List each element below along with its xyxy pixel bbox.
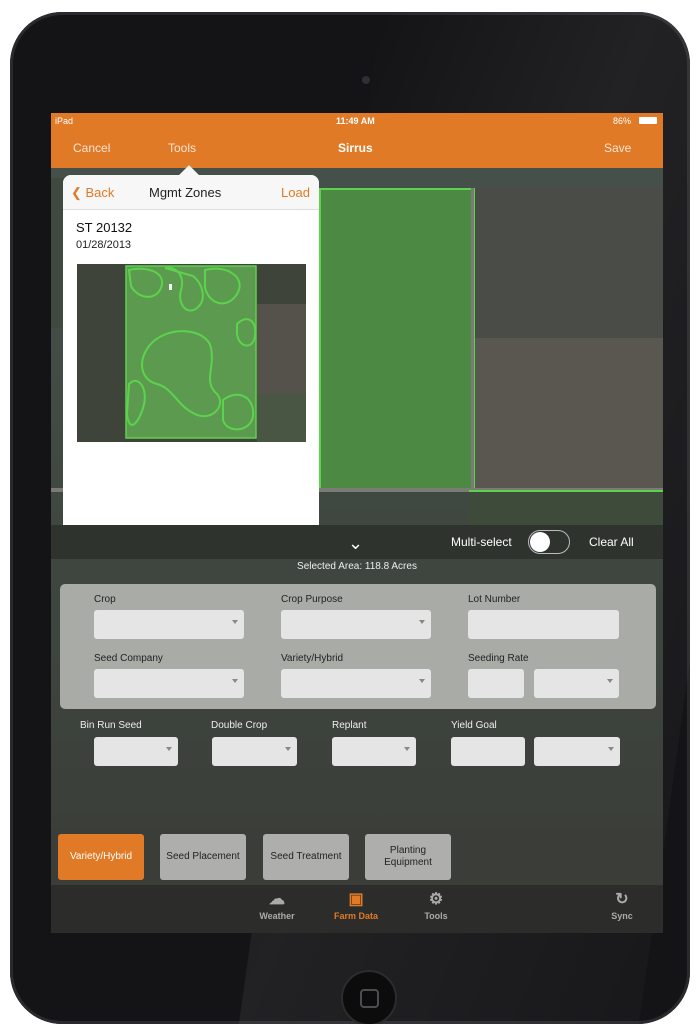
back-button[interactable]: ❮ Back: [71, 185, 114, 201]
map-field: [471, 188, 663, 338]
farm-data-icon: ▣: [348, 891, 364, 908]
map-road: [471, 188, 474, 518]
page-title: Sirrus: [338, 141, 373, 155]
lot-number-field[interactable]: [468, 610, 619, 639]
tab-seed-placement[interactable]: Seed Placement: [160, 834, 246, 880]
zone-map-thumbnail[interactable]: [77, 264, 306, 442]
popover-header: ❮ Back Mgmt Zones Load: [63, 175, 319, 210]
multi-select-label: Multi-select: [451, 535, 512, 549]
chevron-down-icon[interactable]: ⌄: [348, 533, 363, 554]
clear-all-button[interactable]: Clear All: [589, 535, 634, 549]
save-button[interactable]: Save: [604, 141, 631, 155]
home-button[interactable]: [341, 970, 397, 1024]
crop-purpose-select[interactable]: [281, 610, 431, 639]
yield-goal-label: Yield Goal: [451, 720, 497, 731]
multi-select-toggle[interactable]: [528, 530, 570, 554]
chevron-down-icon: [232, 620, 238, 624]
battery-percent: 86%: [613, 116, 632, 126]
double-crop-label: Double Crop: [211, 720, 268, 731]
seed-company-select[interactable]: [94, 669, 244, 698]
crop-label: Crop: [94, 594, 116, 605]
chevron-down-icon: [285, 747, 291, 751]
tabbar-tools[interactable]: ⚙ Tools: [406, 889, 466, 921]
double-crop-select[interactable]: [212, 737, 297, 766]
sync-icon: ↻: [615, 891, 629, 908]
tools-button[interactable]: Tools: [168, 141, 196, 155]
tab-seed-treatment[interactable]: Seed Treatment: [263, 834, 349, 880]
variety-hybrid-select[interactable]: [281, 669, 431, 698]
weather-icon: ☁: [269, 891, 285, 908]
chevron-left-icon: ❮: [71, 185, 86, 200]
bin-run-seed-select[interactable]: [94, 737, 178, 766]
mgmt-zones-popover: ❮ Back Mgmt Zones Load ST 20132 01/28/20…: [63, 175, 319, 557]
variety-hybrid-label: Variety/Hybrid: [281, 653, 344, 664]
seeding-rate-label: Seeding Rate: [468, 653, 529, 664]
load-button[interactable]: Load: [281, 185, 310, 200]
chevron-down-icon: [608, 747, 614, 751]
replant-label: Replant: [332, 720, 367, 731]
status-bar: iPad 11:49 AM 86%: [51, 113, 663, 129]
tabbar-sync[interactable]: ↻ Sync: [592, 889, 652, 921]
tabbar-farm-data[interactable]: ▣ Farm Data: [326, 889, 386, 921]
toggle-knob: [530, 532, 550, 552]
replant-select[interactable]: [332, 737, 416, 766]
status-time: 11:49 AM: [336, 116, 375, 126]
selected-area-text: Selected Area: 118.8 Acres: [297, 561, 417, 572]
cancel-button[interactable]: Cancel: [73, 141, 110, 155]
tabbar-weather[interactable]: ☁ Weather: [247, 889, 307, 921]
yield-goal-unit-select[interactable]: [534, 737, 620, 766]
chevron-down-icon: [166, 747, 172, 751]
map-field: [469, 490, 663, 528]
gear-icon: ⚙: [428, 891, 444, 908]
popover-title: Mgmt Zones: [149, 185, 222, 200]
chevron-down-icon: [419, 679, 425, 683]
field-name: ST 20132: [76, 220, 133, 235]
chevron-down-icon: [404, 747, 410, 751]
seed-form-panel: Crop Crop Purpose Lot Number Seed Compan…: [60, 584, 656, 709]
selection-toolbar: ⌄ Multi-select Clear All: [51, 525, 663, 559]
bin-run-seed-label: Bin Run Seed: [80, 720, 142, 731]
carrier-label: iPad: [55, 116, 74, 126]
field-date: 01/28/2013: [76, 239, 132, 251]
yield-goal-field[interactable]: [451, 737, 525, 766]
tab-variety-hybrid[interactable]: Variety/Hybrid: [58, 834, 144, 880]
bottom-tab-bar: ☁ Weather ▣ Farm Data ⚙ Tools ↻ Sync: [51, 885, 663, 933]
front-camera: [362, 76, 370, 84]
chevron-down-icon: [232, 679, 238, 683]
tab-planting-equipment[interactable]: Planting Equipment: [365, 834, 451, 880]
app-screen: iPad 11:49 AM 86% Cancel Tools Sirrus Sa…: [51, 113, 663, 933]
crop-select[interactable]: [94, 610, 244, 639]
nav-bar: Cancel Tools Sirrus Save: [51, 129, 663, 168]
chevron-down-icon: [607, 679, 613, 683]
battery-icon: [639, 117, 657, 124]
chevron-down-icon: [419, 620, 425, 624]
seeding-rate-field[interactable]: [468, 669, 524, 698]
selected-field[interactable]: [319, 188, 475, 492]
seed-company-label: Seed Company: [94, 653, 163, 664]
lot-number-label: Lot Number: [468, 594, 521, 605]
map-field: [471, 338, 663, 488]
seeding-rate-unit-select[interactable]: [534, 669, 619, 698]
crop-purpose-label: Crop Purpose: [281, 594, 343, 605]
